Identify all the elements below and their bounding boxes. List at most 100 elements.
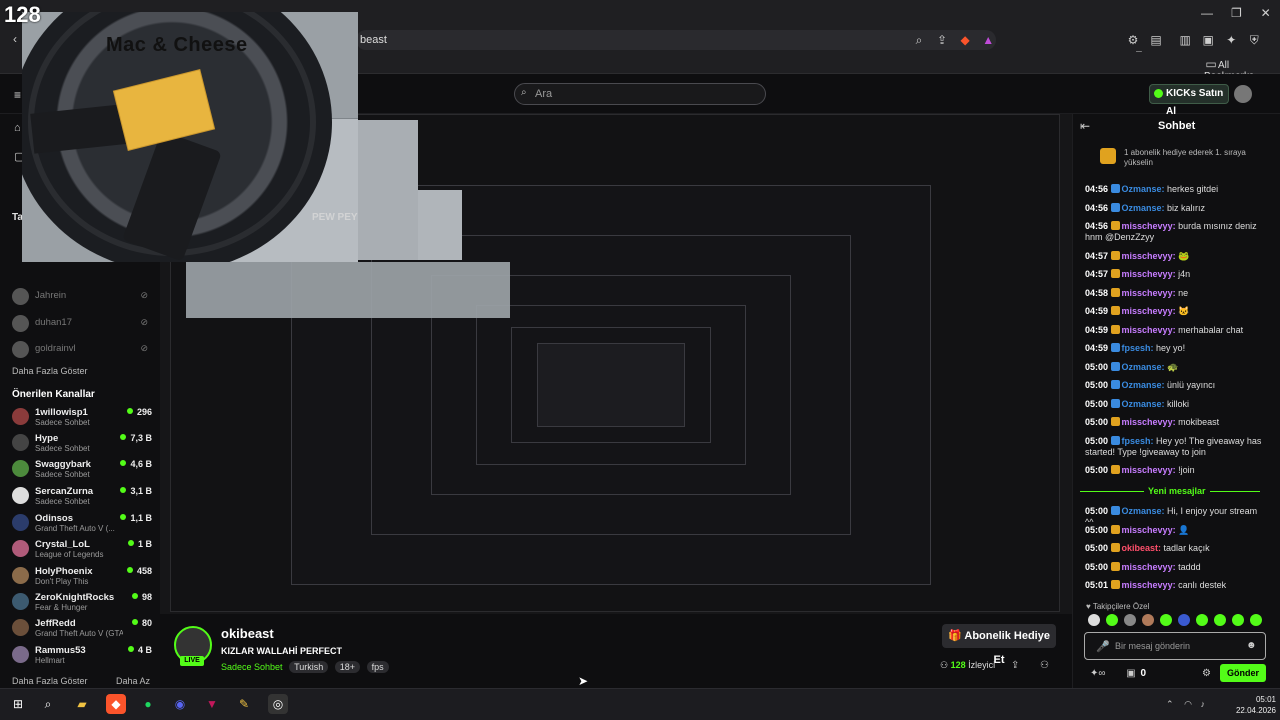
chat-username[interactable]: misschevyy: <box>1122 417 1179 427</box>
chat-username[interactable]: misschevyy: <box>1122 251 1179 261</box>
chat-username[interactable]: misschevyy: <box>1122 325 1179 335</box>
chat-settings-icon[interactable]: ⚙ <box>1202 668 1211 679</box>
sidebar-item-1willowisp1[interactable]: 1willowisp1 Sadece Sohbet 296 <box>12 406 152 432</box>
chat-message[interactable]: 05:00 misschevyy: mokibeast <box>1085 417 1265 428</box>
chat-message[interactable]: 05:01 misschevyy: canlı destek <box>1085 580 1265 591</box>
show-more-link[interactable]: Daha Fazla Göster <box>12 366 88 376</box>
chat-username[interactable]: misschevyy: <box>1122 288 1179 298</box>
chat-username[interactable]: Ozmanse: <box>1122 203 1168 213</box>
tab-search-icon[interactable]: ▤ <box>1149 33 1163 47</box>
sidebar-item-crystal-lol[interactable]: Crystal_LoL League of Legends 1 B <box>12 538 152 564</box>
points-icon[interactable]: ✦∞ <box>1090 668 1106 679</box>
channel-name-title[interactable]: okibeast <box>221 626 274 641</box>
chat-username[interactable]: misschevyy: <box>1122 306 1179 316</box>
chat-message[interactable]: 05:00 Ozmanse: 🐢 <box>1085 361 1265 373</box>
app-icon-v[interactable]: ▼ <box>202 694 222 714</box>
taskbar-clock[interactable]: 05:01 22.04.2026 <box>1226 694 1276 716</box>
brave-browser-icon[interactable]: ◆ <box>106 694 126 714</box>
chat-username[interactable]: Ozmanse: <box>1122 362 1168 372</box>
vpn-icon[interactable]: ⛨ <box>1247 33 1261 47</box>
gift-box-icon[interactable]: ▣ <box>1126 668 1135 679</box>
chat-message[interactable]: 04:59 misschevyy: merhabalar chat <box>1085 324 1265 336</box>
chat-message[interactable]: 05:00 fpsesh: Hey yo! The giveaway has s… <box>1085 435 1265 458</box>
taskbar-search-icon[interactable]: ⌕ <box>38 694 58 714</box>
sidebar-item-odinsos[interactable]: Odinsos Grand Theft Auto V (... 1,1 B <box>12 512 152 538</box>
file-explorer-icon[interactable]: ▰ <box>72 694 92 714</box>
windows-start-icon[interactable]: ⊞ <box>8 694 28 714</box>
emote-2[interactable] <box>1106 614 1118 626</box>
emote-3[interactable] <box>1124 614 1136 626</box>
hamburger-icon[interactable]: ≡ <box>14 88 21 102</box>
chat-username[interactable]: Ozmanse: <box>1122 380 1168 390</box>
sidebar-icon[interactable]: ▥ <box>1178 33 1192 47</box>
follow-icon[interactable]: ⚇ <box>1040 660 1049 671</box>
chat-message[interactable]: 05:00 misschevyy: !join <box>1085 465 1265 476</box>
share-icon[interactable]: ⇪ <box>935 33 949 47</box>
emote-5[interactable] <box>1160 614 1172 626</box>
chat-message[interactable]: 04:56 Ozmanse: biz kalırız <box>1085 202 1265 214</box>
chat-username[interactable]: fpsesh: <box>1122 343 1157 353</box>
send-button[interactable]: Gönder <box>1220 664 1266 682</box>
url-field[interactable]: beast <box>356 30 996 50</box>
chat-message[interactable]: 04:57 misschevyy: j4n <box>1085 269 1265 280</box>
chat-message[interactable]: 04:59 fpsesh: hey yo! <box>1085 343 1265 354</box>
sidebar-item-rammus53[interactable]: Rammus53 Hellmart 4 B <box>12 644 152 670</box>
chat-message[interactable]: 04:59 misschevyy: 🐱 <box>1085 306 1265 317</box>
sidebar-item-hype[interactable]: Hype Sadece Sohbet 7,3 B <box>12 432 152 458</box>
chat-message[interactable]: 05:00 misschevyy: taddd <box>1085 561 1265 573</box>
sidebar-item-jeffredd[interactable]: JeffRedd Grand Theft Auto V (GTA) 80 <box>12 617 152 643</box>
chat-username[interactable]: misschevyy: <box>1122 269 1179 279</box>
sidebar-item-duhan17[interactable]: duhan17 ⊘ <box>12 313 152 339</box>
chat-username[interactable]: okibeast: <box>1122 543 1164 553</box>
tray-chevron-icon[interactable]: ⌃ <box>1166 699 1174 709</box>
minimize-icon[interactable]: — <box>1200 6 1214 20</box>
obs-icon[interactable]: ◎ <box>268 694 288 714</box>
emote-8[interactable] <box>1214 614 1226 626</box>
chat-username[interactable]: Ozmanse: <box>1122 184 1168 194</box>
emote-7[interactable] <box>1196 614 1208 626</box>
footer-show-less-link[interactable]: Daha Az <box>116 676 150 686</box>
gift-subscription-button[interactable]: 🎁 Abonelik Hediye Et <box>942 624 1056 666</box>
chat-username[interactable]: misschevyy: <box>1122 465 1179 475</box>
rewards-icon[interactable]: ▲ <box>981 33 995 47</box>
chat-username[interactable]: misschevyy: <box>1122 525 1179 535</box>
tray-wifi-icon[interactable]: ◠ <box>1184 699 1192 709</box>
user-avatar[interactable] <box>1234 85 1252 103</box>
sidebar-item-sercanzurna[interactable]: SercanZurna Sadece Sohbet 3,1 B <box>12 485 152 511</box>
chat-username[interactable]: Ozmanse: <box>1122 506 1168 516</box>
sidebar-item-jahrein[interactable]: Jahrein ⊘ <box>12 286 152 312</box>
sidebar-item-swaggybark[interactable]: Swaggybark Sadece Sohbet 4,6 B <box>12 458 152 484</box>
emote-4[interactable] <box>1142 614 1154 626</box>
wallet-icon[interactable]: ▣ <box>1201 33 1215 47</box>
close-icon[interactable]: ✕ <box>1259 6 1273 20</box>
app-icon-k[interactable]: ✎ <box>234 694 254 714</box>
chat-message[interactable]: 05:00 okibeast: tadlar kaçık <box>1085 543 1265 554</box>
tag-turkish[interactable]: Turkish <box>289 661 329 673</box>
emoji-icon[interactable]: ☻ <box>1246 640 1257 651</box>
extensions-icon[interactable]: ⚙ <box>1126 33 1140 47</box>
spotify-icon[interactable]: ● <box>138 694 158 714</box>
tag-18plus[interactable]: 18+ <box>334 661 361 673</box>
maximize-icon[interactable]: ❐ <box>1229 6 1243 20</box>
chat-message[interactable]: 05:00 Ozmanse: ünlü yayıncı <box>1085 380 1265 391</box>
sidebar-item-goldrainvl[interactable]: goldrainvl ⊘ <box>12 339 152 365</box>
chat-username[interactable]: misschevyy: <box>1122 580 1179 590</box>
emote-9[interactable] <box>1232 614 1244 626</box>
search-input[interactable]: Ara <box>514 83 766 105</box>
pinned-gift-banner[interactable]: 1 abonelik hediye ederek 1. sıraya yükse… <box>1124 148 1258 168</box>
emote-1[interactable] <box>1088 614 1100 626</box>
share-stream-icon[interactable]: ⇪ <box>1011 660 1019 671</box>
chat-message[interactable]: 04:56 Ozmanse: herkes gitdei <box>1085 184 1265 195</box>
footer-show-more-link[interactable]: Daha Fazla Göster <box>12 676 88 686</box>
zoom-icon[interactable]: ⌕ <box>912 33 926 47</box>
chat-message-input[interactable]: Bir mesaj gönderin <box>1084 632 1266 660</box>
emote-6[interactable] <box>1178 614 1190 626</box>
chat-username[interactable]: fpsesh: <box>1122 436 1157 446</box>
tag-fps[interactable]: fps <box>366 661 389 673</box>
mic-icon[interactable]: 🎤 <box>1096 640 1110 653</box>
sidebar-home-icon[interactable]: ⌂ <box>14 122 21 134</box>
brave-shield-icon[interactable]: ◆ <box>958 33 972 47</box>
collapse-chat-icon[interactable]: ⇤ <box>1080 119 1090 133</box>
tray-volume-icon[interactable]: ♪ <box>1200 699 1205 709</box>
chat-message[interactable]: 04:58 misschevyy: ne <box>1085 287 1265 299</box>
